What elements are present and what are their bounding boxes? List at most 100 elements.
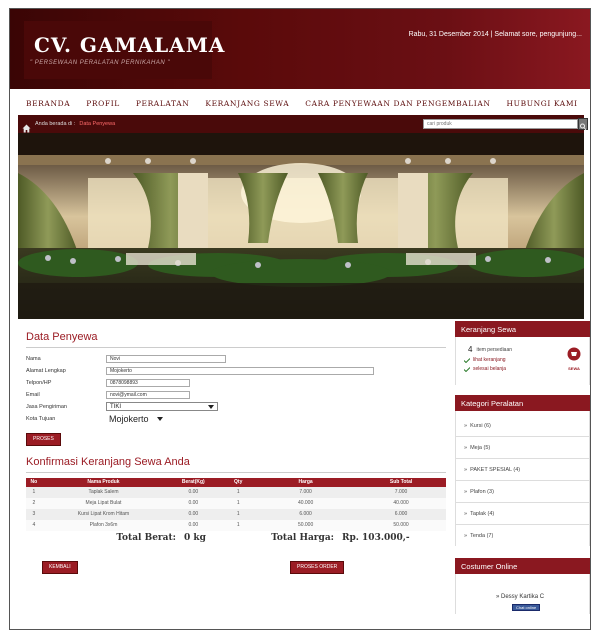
select-value: Mojokerto [109, 414, 149, 424]
chat-online-badge[interactable]: Chat online [512, 604, 541, 611]
table-cell: 0.00 [165, 486, 222, 498]
field-label: Email [26, 391, 40, 398]
table-cell: Kursi Lipat Krom Hitam [41, 508, 166, 520]
table-row: 4 Plafon 3x6m 0.00 1 50.000 50.000 [26, 519, 446, 531]
category-item[interactable]: » Kursi (6) [456, 415, 589, 437]
table-row: 1 Taplak Salem 0.00 1 7.000 7.000 [26, 486, 446, 498]
table-row: 3 Kursi Lipat Krom Hitam 0.00 1 6.000 6.… [26, 508, 446, 520]
chevron-down-icon [157, 417, 163, 421]
cart-widget-title: Keranjang Sewa [455, 321, 590, 337]
cart-totals: Total Berat: 0 kg Total Harga: Rp. 103.0… [26, 531, 450, 545]
finish-shopping-link[interactable]: selesai belanja [473, 366, 506, 372]
category-item[interactable]: » Tenda (7) [456, 525, 589, 546]
divider [26, 471, 446, 473]
breadcrumb-prefix: Anda berada di : [35, 121, 76, 127]
email-input[interactable]: novi@ymail.com [106, 390, 190, 399]
telpon-input[interactable]: 0878098893 [106, 378, 190, 387]
category-item[interactable]: » PAKET SPESIAL (4) [456, 459, 589, 481]
main-nav: BERANDA PROFIL PERALATAN KERANJANG SEWA … [18, 91, 584, 115]
divider [26, 347, 446, 348]
proses-order-button[interactable]: PROSES ORDER [290, 560, 345, 574]
total-weight-value: 0 kg [184, 532, 206, 543]
table-cell: 1 [221, 497, 256, 509]
table-cell: 1 [221, 486, 256, 498]
alamat-input[interactable]: Mojokerto [106, 366, 374, 375]
jasa-pengiriman-select[interactable]: TIKI [106, 402, 218, 411]
nav-item-hubungi-kami[interactable]: HUBUNGI KAMI [499, 99, 586, 108]
checkmark-icon [464, 357, 470, 363]
form-title: Data Penyewa [26, 331, 98, 343]
search-button[interactable] [578, 118, 588, 131]
nav-item-profil[interactable]: PROFIL [78, 99, 128, 108]
table-cell: 40.000 [255, 497, 357, 509]
field-kota-tujuan: Kota Tujuan Mojokerto [26, 413, 450, 425]
chevron-down-icon [208, 404, 214, 409]
site-header: CV. GAMALAMA " PERSEWAAN PERALATAN PERNI… [10, 9, 590, 89]
table-cell: 0.00 [165, 519, 222, 531]
nav-item-peralatan[interactable]: PERALATAN [128, 99, 198, 108]
column-header: Nama Produk [41, 477, 166, 487]
table-cell: 0.00 [165, 508, 222, 520]
checkmark-icon [464, 366, 470, 372]
table-cell: 7.000 [255, 486, 357, 498]
breadcrumb-current[interactable]: Data Penyewa [79, 121, 115, 127]
table-cell: 50.000 [255, 519, 357, 531]
header-status: Rabu, 31 Desember 2014 | Selamat sore, p… [408, 31, 582, 38]
column-header: Qty [221, 477, 256, 487]
logo-title: CV. GAMALAMA [34, 33, 226, 57]
column-header: Sub Total [356, 477, 446, 487]
table-cell: 40.000 [356, 497, 446, 509]
field-email: Email novi@ymail.com [26, 389, 450, 400]
view-cart-link[interactable]: lihat keranjang [473, 357, 506, 363]
table-row: 2 Meja Lipat Bulat 0.00 1 40.000 40.000 [26, 497, 446, 509]
nama-input[interactable]: Novi [106, 354, 226, 363]
category-list: » Kursi (6) » Meja (5) » PAKET SPESIAL (4) … [455, 411, 590, 546]
field-telpon: Telpon/HP 0878098893 [26, 377, 450, 388]
table-cell: Plafon 3x6m [41, 519, 166, 531]
column-header: No [26, 477, 42, 487]
cart-badge-text: SEWA [568, 366, 580, 371]
kembali-button[interactable]: KEMBALI [42, 560, 78, 574]
site-logo[interactable]: CV. GAMALAMA " PERSEWAAN PERALATAN PERNI… [24, 21, 224, 79]
field-label: Kota Tujuan [26, 416, 56, 422]
search-icon [580, 123, 587, 131]
table-cell: 7.000 [356, 486, 446, 498]
select-value: TIKI [110, 403, 122, 410]
cart-widget: 4 item persediaan lihat keranjang selesa… [455, 337, 590, 385]
field-label: Alamat Lengkap [26, 367, 66, 374]
category-item[interactable]: » Meja (5) [456, 437, 589, 459]
category-item[interactable]: » Plafon (3) [456, 481, 589, 503]
nav-item-keranjang-sewa[interactable]: KERANJANG SEWA [197, 99, 297, 108]
page-frame: CV. GAMALAMA " PERSEWAAN PERALATAN PERNI… [9, 8, 591, 630]
cart-title: Konfirmasi Keranjang Sewa Anda [26, 455, 190, 468]
online-widget: » Dessy Kartika C Chat online [455, 574, 590, 614]
table-cell: 6.000 [255, 508, 357, 520]
nav-item-cara-penyewaan[interactable]: CARA PENYEWAAN DAN PENGEMBALIAN [297, 99, 498, 108]
home-icon[interactable] [22, 120, 31, 132]
table-cell: Taplak Salem [41, 486, 166, 498]
search-input[interactable] [423, 119, 578, 129]
online-user-name: Dessy Kartika C [501, 594, 545, 600]
cart-icon[interactable]: SEWA [567, 347, 581, 371]
table-cell: Meja Lipat Bulat [41, 497, 166, 509]
table-cell: 3 [26, 508, 42, 520]
sidebar: Keranjang Sewa 4 item persediaan lihat k… [455, 321, 590, 614]
field-nama: Nama Novi [26, 353, 450, 364]
cart-circle-icon [567, 347, 581, 361]
table-cell: 2 [26, 497, 42, 509]
table-cell: 1 [221, 508, 256, 520]
table-cell: 4 [26, 519, 42, 531]
table-cell: 1 [221, 519, 256, 531]
kota-tujuan-select[interactable]: Mojokerto [106, 414, 166, 424]
field-label: Jasa Pengiriman [26, 403, 67, 410]
proses-button[interactable]: PROSES [26, 432, 61, 446]
table-cell: 1 [26, 486, 42, 498]
field-label: Telpon/HP [26, 379, 52, 386]
cart-table: No Nama Produk Berat(Kg) Qty Harga Sub T… [26, 477, 446, 531]
nav-item-beranda[interactable]: BERANDA [18, 99, 78, 108]
field-alamat: Alamat Lengkap Mojokerto [26, 365, 450, 376]
field-jasa-pengiriman: Jasa Pengiriman TIKI [26, 401, 450, 412]
hero-banner-image [18, 133, 584, 319]
column-header: Harga [255, 477, 357, 487]
category-item[interactable]: » Taplak (4) [456, 503, 589, 525]
